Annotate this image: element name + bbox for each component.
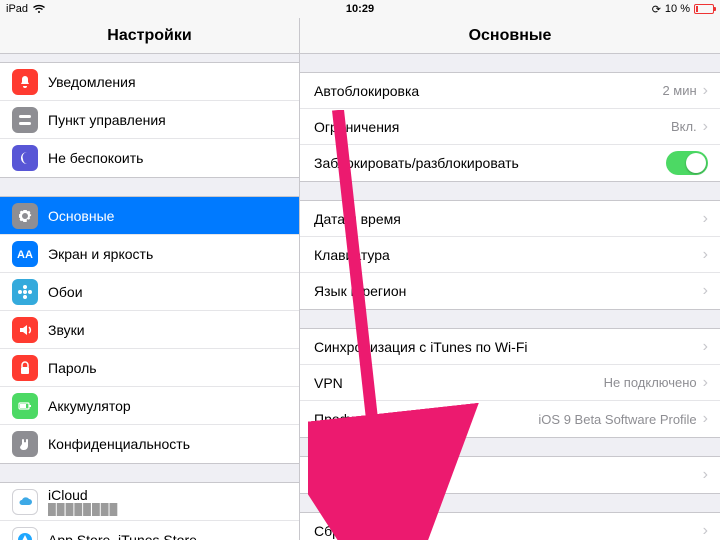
cloud-icon	[12, 489, 38, 515]
lock-icon	[12, 355, 38, 381]
row-label: Ограничения	[314, 119, 671, 135]
chevron-right-icon: ›	[703, 522, 708, 540]
sidebar-item-passcode[interactable]: Пароль	[0, 349, 299, 387]
sidebar-item-label: Пункт управления	[48, 112, 287, 128]
switches-icon	[12, 107, 38, 133]
sidebar-item-label: iCloud████████	[48, 487, 287, 516]
sidebar-item-label: Основные	[48, 208, 287, 224]
row-label: Нормативы	[314, 467, 703, 483]
bell-icon	[12, 69, 38, 95]
sidebar-item-label: Пароль	[48, 360, 287, 376]
battery-icon	[694, 4, 714, 14]
toggle-switch[interactable]	[666, 151, 708, 175]
detail-row-itunes-wifi[interactable]: Синхронизация с iTunes по Wi-Fi›	[300, 329, 720, 365]
row-label: Профиль	[314, 411, 538, 427]
row-label: Автоблокировка	[314, 83, 662, 99]
battery-pct: 10 %	[665, 3, 690, 15]
row-label: Синхронизация с iTunes по Wi-Fi	[314, 339, 703, 355]
sidebar-item-wallpaper[interactable]: Обои	[0, 273, 299, 311]
moon-icon	[12, 145, 38, 171]
row-label: Заблокировать/разблокировать	[314, 155, 666, 171]
sidebar-item-battery[interactable]: Аккумулятор	[0, 387, 299, 425]
detail-row-vpn[interactable]: VPNНе подключено ›	[300, 365, 720, 401]
row-label: Язык и регион	[314, 283, 703, 299]
detail-row-keyboard[interactable]: Клавиатура›	[300, 237, 720, 273]
sidebar-item-label: Аккумулятор	[48, 398, 287, 414]
sidebar-title: Настройки	[0, 18, 300, 53]
sidebar-item-label: App Store, iTunes Store	[48, 532, 287, 540]
sidebar-item-display[interactable]: AA Экран и яркость	[0, 235, 299, 273]
sidebar-item-general[interactable]: Основные	[0, 197, 299, 235]
detail-row-datetime[interactable]: Дата и время›	[300, 201, 720, 237]
row-label: Сброс	[314, 523, 703, 539]
sidebar-item-label: Обои	[48, 284, 287, 300]
clock: 10:29	[346, 3, 374, 15]
chevron-right-icon: ›	[703, 210, 708, 228]
sidebar-item-privacy[interactable]: Конфиденциальность	[0, 425, 299, 463]
wifi-icon	[32, 4, 46, 14]
flower-icon	[12, 279, 38, 305]
chevron-right-icon: ›	[703, 410, 708, 428]
detail-row-reset[interactable]: Сброс›	[300, 513, 720, 540]
row-value: iOS 9 Beta Software Profile	[538, 412, 696, 427]
sidebar-item-notifications[interactable]: Уведомления	[0, 63, 299, 101]
sidebar-item-dnd[interactable]: Не беспокоить	[0, 139, 299, 177]
sidebar-item-control-center[interactable]: Пункт управления	[0, 101, 299, 139]
sidebar[interactable]: Уведомления Пункт управления Не беспокоить…	[0, 54, 300, 540]
sidebar-item-label: Экран и яркость	[48, 246, 287, 262]
row-value: Вкл.	[671, 119, 697, 134]
sidebar-item-label: Не беспокоить	[48, 150, 287, 166]
AA-icon: AA	[12, 241, 38, 267]
detail-pane[interactable]: Автоблокировка2 мин › ОграниченияВкл. › Забл…	[300, 54, 720, 540]
appstore-icon	[12, 527, 38, 540]
sidebar-item-appstore[interactable]: App Store, iTunes Store	[0, 521, 299, 540]
device-label: iPad	[6, 3, 28, 15]
svg-text:AA: AA	[17, 249, 33, 261]
detail-row-regulatory[interactable]: Нормативы›	[300, 457, 720, 493]
status-bar: iPad 10:29 ⟳ 10 %	[0, 0, 720, 18]
detail-row-restrictions[interactable]: ОграниченияВкл. ›	[300, 109, 720, 145]
detail-row-language[interactable]: Язык и регион›	[300, 273, 720, 309]
nav-headers: Настройки Основные	[0, 18, 720, 54]
sidebar-item-label: Уведомления	[48, 74, 287, 90]
row-label: VPN	[314, 375, 604, 391]
row-value: 2 мин	[662, 83, 696, 98]
hand-icon	[12, 431, 38, 457]
detail-row-autolock[interactable]: Автоблокировка2 мин ›	[300, 73, 720, 109]
sidebar-item-sounds[interactable]: Звуки	[0, 311, 299, 349]
chevron-right-icon: ›	[703, 374, 708, 392]
chevron-right-icon: ›	[703, 466, 708, 484]
sidebar-item-label: Звуки	[48, 322, 287, 338]
sidebar-item-icloud[interactable]: iCloud████████	[0, 483, 299, 521]
orientation-lock-icon: ⟳	[652, 3, 661, 16]
gear-icon	[12, 203, 38, 229]
chevron-right-icon: ›	[703, 246, 708, 264]
chevron-right-icon: ›	[703, 338, 708, 356]
detail-title: Основные	[300, 18, 720, 53]
chevron-right-icon: ›	[703, 118, 708, 136]
row-label: Дата и время	[314, 211, 703, 227]
battery-icon	[12, 393, 38, 419]
detail-row-lockunlock[interactable]: Заблокировать/разблокировать	[300, 145, 720, 181]
chevron-right-icon: ›	[703, 282, 708, 300]
detail-row-profile[interactable]: ПрофильiOS 9 Beta Software Profile ›	[300, 401, 720, 437]
row-label: Клавиатура	[314, 247, 703, 263]
row-value: Не подключено	[604, 375, 697, 390]
chevron-right-icon: ›	[703, 82, 708, 100]
speaker-icon	[12, 317, 38, 343]
sidebar-item-label: Конфиденциальность	[48, 436, 287, 452]
